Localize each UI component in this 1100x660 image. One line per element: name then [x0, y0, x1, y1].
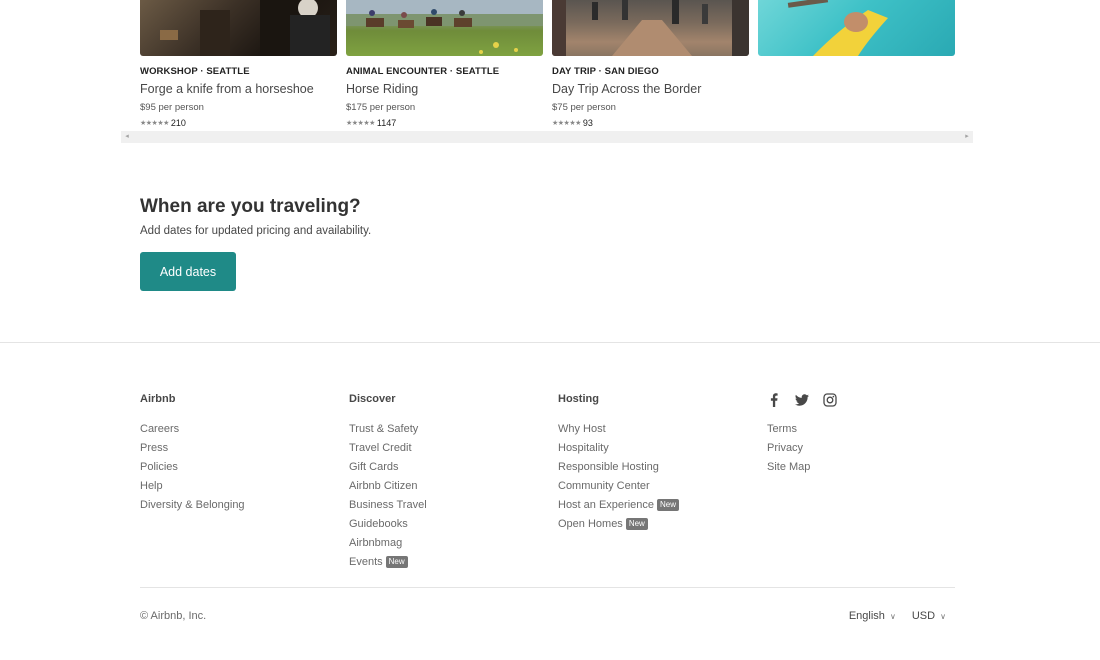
footer-link-gift-cards[interactable]: Gift Cards — [349, 461, 427, 480]
chevron-down-icon: ∨ — [889, 612, 896, 621]
footer-link-airbnb-citizen[interactable]: Airbnb Citizen — [349, 480, 427, 499]
footer-link-privacy[interactable]: Privacy — [767, 442, 837, 461]
language-label: English — [848, 610, 885, 622]
footer-link-business-travel[interactable]: Business Travel — [349, 499, 427, 518]
new-badge: New — [385, 556, 408, 568]
footer-link-why-host[interactable]: Why Host — [558, 423, 679, 442]
language-selector[interactable]: English ∨ — [849, 610, 896, 622]
footer-link-trust-safety[interactable]: Trust & Safety — [349, 423, 427, 442]
experience-title[interactable]: Forge a knife from a horseshoe — [140, 82, 337, 96]
experience-rating: ★★★★★ 93 — [552, 118, 749, 128]
footer-link-press[interactable]: Press — [140, 442, 245, 461]
footer-link-diversity[interactable]: Diversity & Belonging — [140, 499, 245, 518]
horizontal-scrollbar[interactable]: ◂ ▸ — [121, 131, 973, 143]
footer-heading: Discover — [349, 393, 396, 405]
footer-divider — [140, 587, 955, 588]
experience-card[interactable]: WORKSHOP · SEATTLE Forge a knife from a … — [140, 0, 337, 128]
locale-selectors: English ∨ USD ∨ — [849, 610, 946, 622]
forge-photo-detail — [160, 0, 330, 56]
experience-carousel: WORKSHOP · SEATTLE Forge a knife from a … — [140, 0, 970, 130]
footer-link-airbnbmag[interactable]: Airbnbmag — [349, 537, 427, 556]
star-rating-icon: ★★★★★ — [346, 120, 375, 127]
experience-price: $75 per person — [552, 102, 616, 113]
experience-category: DAY TRIP · SAN DIEGO — [552, 66, 659, 77]
instagram-icon[interactable] — [823, 393, 837, 407]
travel-subtext: Add dates for updated pricing and availa… — [140, 225, 372, 237]
experience-rating: ★★★★★ 210 — [140, 118, 337, 128]
experience-price: $175 per person — [346, 102, 416, 113]
experience-category: WORKSHOP · SEATTLE — [140, 66, 250, 77]
footer-link-guidebooks[interactable]: Guidebooks — [349, 518, 427, 537]
twitter-icon[interactable] — [795, 393, 809, 407]
experience-price: $95 per person — [140, 102, 204, 113]
footer-link-careers[interactable]: Careers — [140, 423, 245, 442]
travel-heading: When are you traveling? — [140, 196, 361, 217]
footer-link-terms[interactable]: Terms — [767, 423, 837, 442]
review-count: 1147 — [376, 118, 397, 128]
footer-link-help[interactable]: Help — [140, 480, 245, 499]
experience-card[interactable]: DAY TRIP · SAN DIEGO Day Trip Across the… — [552, 0, 749, 128]
copyright-text: © Airbnb, Inc. — [140, 610, 207, 622]
chevron-down-icon: ∨ — [940, 612, 946, 621]
footer-column-discover: Discover Trust & Safety Travel Credit Gi… — [349, 393, 427, 575]
footer-link-site-map[interactable]: Site Map — [767, 461, 837, 480]
page: WORKSHOP · SEATTLE Forge a knife from a … — [0, 0, 1100, 660]
new-badge: New — [625, 518, 648, 530]
kayak-photo-detail — [787, 0, 888, 56]
experience-card[interactable]: ANIMAL ENCOUNTER · SEATTLE Horse Riding … — [346, 0, 543, 128]
currency-selector[interactable]: USD ∨ — [912, 610, 946, 622]
social-links — [767, 393, 837, 407]
scroll-left-icon[interactable]: ◂ — [121, 131, 133, 143]
footer-link-community-center[interactable]: Community Center — [558, 480, 679, 499]
star-rating-icon: ★★★★★ — [552, 120, 581, 127]
experience-rating: ★★★★★ 1147 — [346, 118, 543, 128]
facebook-icon[interactable] — [767, 393, 781, 407]
experience-photo[interactable] — [552, 0, 749, 56]
footer-column-hosting: Hosting Why Host Hospitality Responsible… — [558, 393, 680, 537]
footer-column-airbnb: Airbnb Careers Press Policies Help Diver… — [140, 393, 245, 518]
footer-link-responsible-hosting[interactable]: Responsible Hosting — [558, 461, 679, 480]
star-rating-icon: ★★★★★ — [140, 120, 169, 127]
experience-card[interactable] — [758, 0, 955, 56]
footer-link-host-experience[interactable]: Host an Experience New — [558, 499, 680, 518]
footer-link-travel-credit[interactable]: Travel Credit — [349, 442, 427, 461]
add-dates-button[interactable]: Add dates — [140, 252, 236, 291]
new-badge: New — [657, 499, 680, 511]
street-photo-detail — [552, 0, 749, 56]
horse-riding-photo-detail — [346, 0, 543, 54]
travel-dates-section: When are you traveling? Add dates for up… — [140, 196, 371, 237]
section-divider — [0, 342, 1100, 343]
footer-link-policies[interactable]: Policies — [140, 461, 245, 480]
experience-photo[interactable] — [140, 0, 337, 56]
footer-heading: Airbnb — [140, 393, 176, 405]
footer-link-events[interactable]: Events New — [349, 556, 427, 575]
experience-photo[interactable] — [346, 0, 543, 56]
review-count: 93 — [582, 118, 593, 128]
footer-heading: Hosting — [558, 393, 599, 405]
footer-link-hospitality[interactable]: Hospitality — [558, 442, 679, 461]
currency-label: USD — [911, 610, 936, 622]
scroll-right-icon[interactable]: ▸ — [961, 131, 973, 143]
experience-title[interactable]: Day Trip Across the Border — [552, 82, 749, 96]
footer-link-open-homes[interactable]: Open Homes New — [558, 518, 679, 537]
footer-column-social-legal: Terms Privacy Site Map — [767, 393, 837, 480]
experience-title[interactable]: Horse Riding — [346, 82, 543, 96]
review-count: 210 — [170, 118, 186, 128]
experience-category: ANIMAL ENCOUNTER · SEATTLE — [346, 66, 500, 77]
experience-photo[interactable] — [758, 0, 955, 56]
